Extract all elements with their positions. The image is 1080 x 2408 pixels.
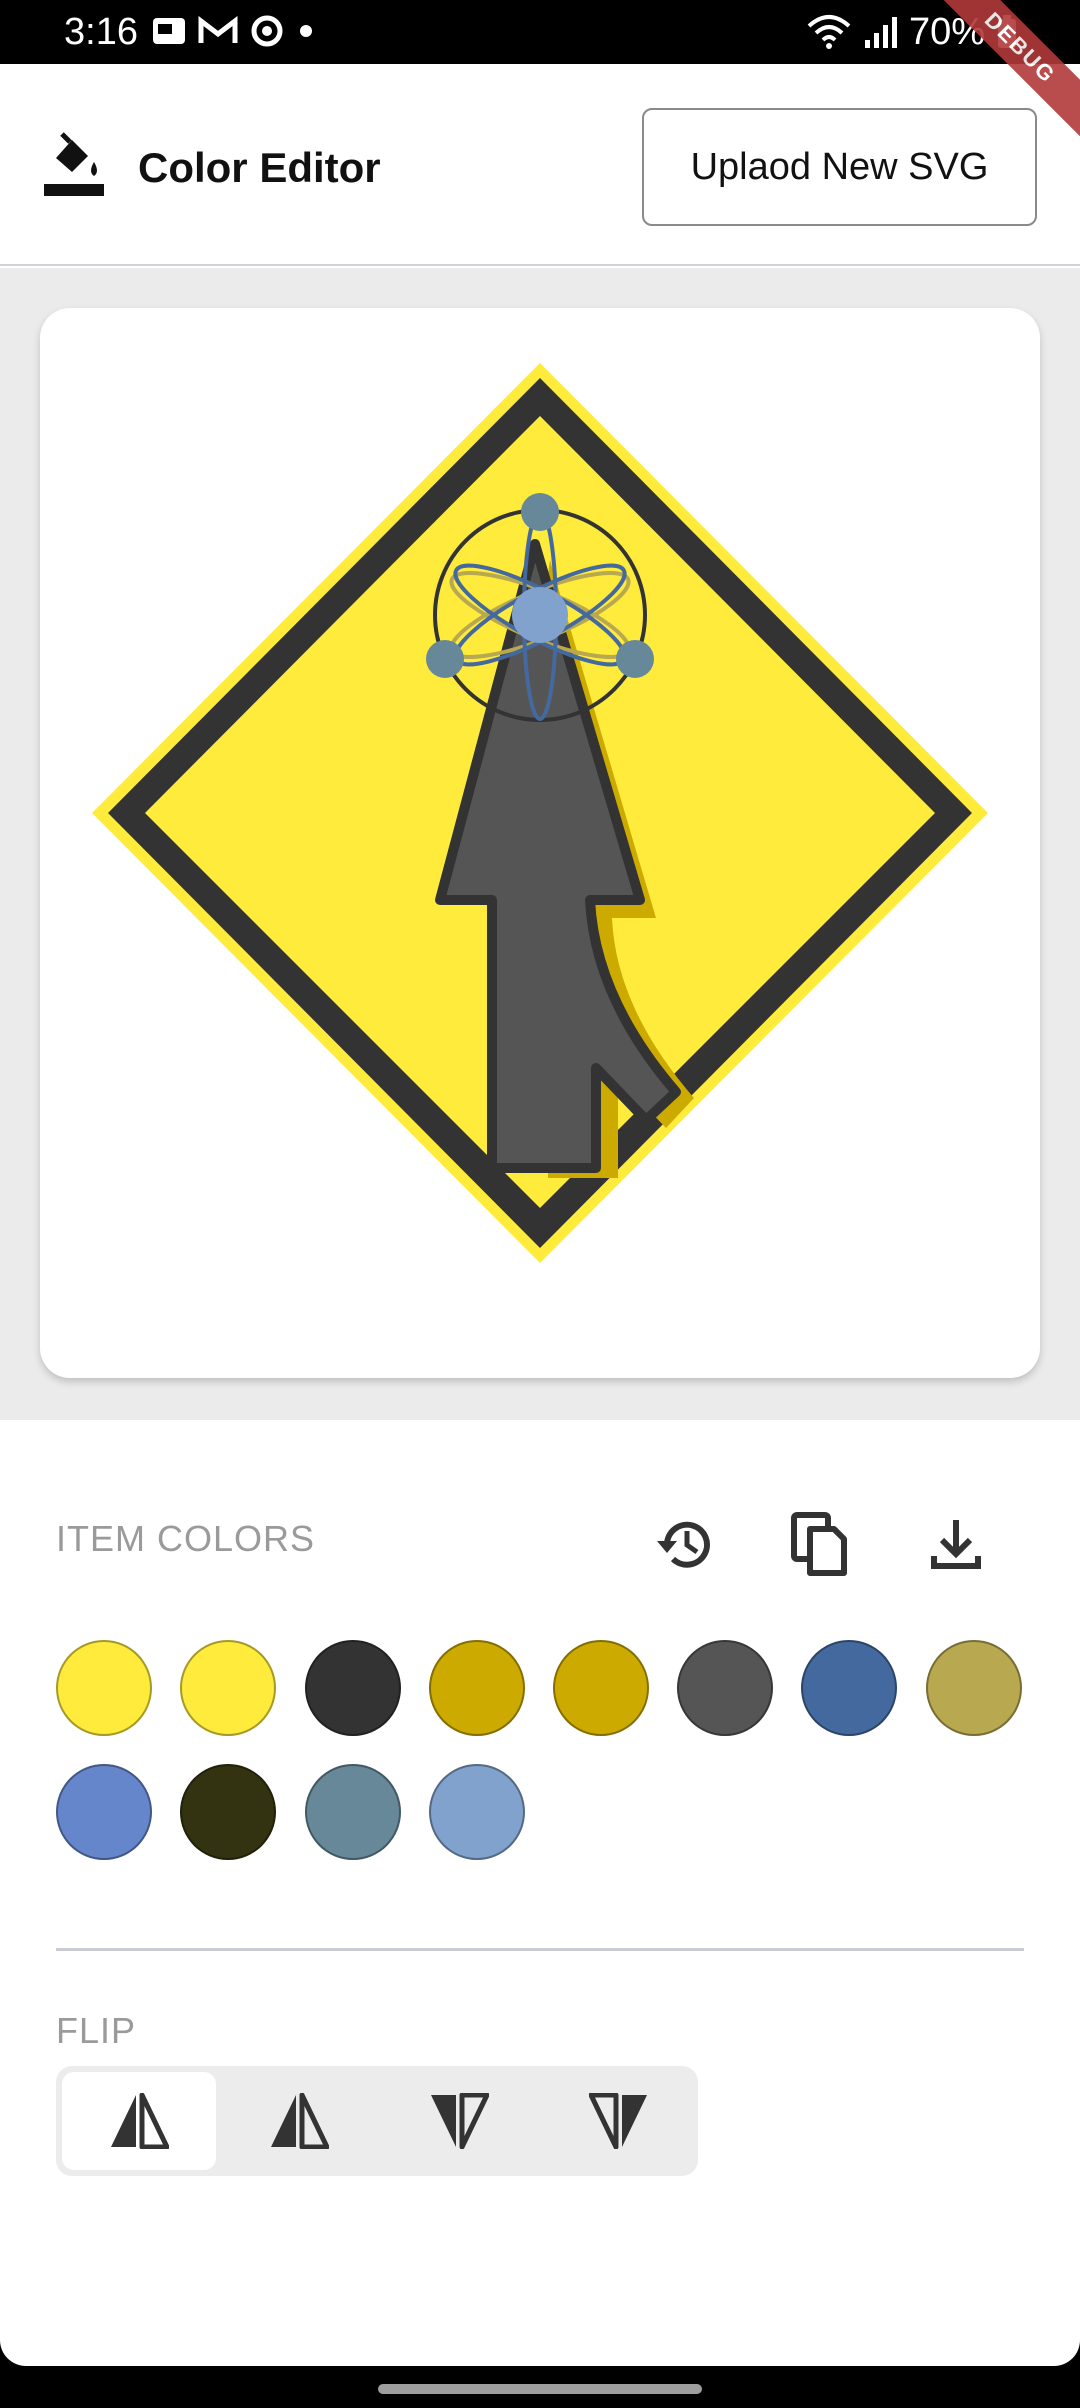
color-swatch[interactable] (926, 1640, 1022, 1736)
copy-icon (791, 1512, 847, 1576)
color-swatch[interactable] (305, 1764, 401, 1860)
color-swatch[interactable] (180, 1640, 276, 1736)
color-swatch[interactable] (56, 1764, 152, 1860)
flip-option-horizontal[interactable] (222, 2072, 376, 2170)
app-surface: Color Editor Uplaod New SVG ITEM COLORS … (0, 64, 1080, 2366)
atom-electron-top (521, 493, 559, 531)
dot-icon (300, 25, 312, 37)
status-bar: 3:16 70% (0, 0, 1080, 64)
download-icon (931, 1520, 981, 1569)
paint-bucket-icon (44, 132, 104, 196)
color-swatch[interactable] (801, 1640, 897, 1736)
atom-core (512, 587, 568, 643)
flip-none-icon (111, 2093, 169, 2149)
flip-segmented-control (56, 2066, 698, 2176)
flip-option-none[interactable] (62, 2072, 216, 2170)
atom-electron-left (426, 640, 464, 678)
flip-option-vertical[interactable] (382, 2072, 536, 2170)
flip-horizontal-icon (271, 2093, 329, 2149)
history-button[interactable] (646, 1504, 726, 1584)
item-colors-label: ITEM COLORS (56, 1518, 316, 1559)
color-swatch[interactable] (677, 1640, 773, 1736)
copy-button[interactable] (780, 1504, 860, 1584)
history-icon (657, 1521, 710, 1568)
color-swatch[interactable] (553, 1640, 649, 1736)
color-swatch[interactable] (56, 1640, 152, 1736)
flip-vertical-icon (431, 2093, 489, 2149)
atom-electron-right (616, 640, 654, 678)
merge-sign-illustration (92, 363, 988, 1263)
app-bar: Color Editor Uplaod New SVG (0, 64, 1080, 266)
gallery-icon (153, 18, 185, 44)
preview-area (0, 268, 1080, 1420)
flip-option-both[interactable] (542, 2072, 696, 2170)
color-swatch[interactable] (429, 1764, 525, 1860)
divider (56, 1948, 1024, 1951)
signal-icon (865, 17, 897, 48)
home-handle[interactable] (378, 2384, 702, 2394)
flip-label: FLIP (56, 2010, 137, 2051)
system-nav-bar (0, 2366, 1080, 2408)
wifi-icon (807, 15, 851, 49)
color-swatch[interactable] (429, 1640, 525, 1736)
notification-icons (152, 14, 316, 48)
sync-icon (251, 15, 283, 47)
color-swatch[interactable] (305, 1640, 401, 1736)
page-title: Color Editor (138, 144, 381, 191)
gmail-icon (198, 16, 238, 43)
flip-both-icon (589, 2093, 647, 2149)
color-swatch[interactable] (180, 1764, 276, 1860)
status-time: 3:16 (64, 11, 138, 53)
download-button[interactable] (916, 1504, 996, 1584)
upload-svg-button[interactable]: Uplaod New SVG (642, 108, 1037, 226)
svg-preview-card (40, 308, 1040, 1378)
